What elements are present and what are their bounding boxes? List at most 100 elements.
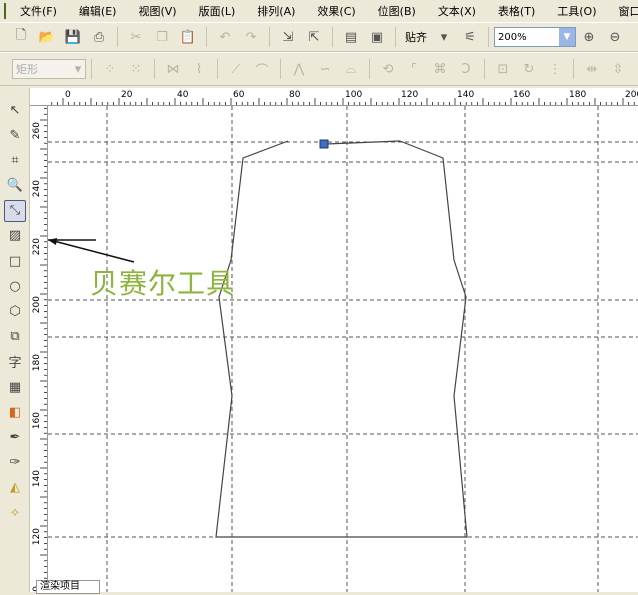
copy-icon[interactable]: ❐ (152, 27, 172, 47)
menu-bitmaps[interactable]: 位图(B) (378, 3, 416, 19)
ruler-label: 20 (121, 90, 133, 100)
cusp-node-icon[interactable]: ⋀ (289, 59, 309, 79)
extract-subpath-icon[interactable]: ⌘ (430, 59, 450, 79)
menu-edit[interactable]: 编辑(E) (79, 3, 117, 19)
undo-icon[interactable]: ↶ (215, 27, 235, 47)
basic-shapes-tool-icon[interactable]: ⧉ (4, 326, 26, 348)
eyedropper-tool-icon[interactable]: ✒ (4, 426, 26, 448)
text-tool-icon[interactable]: 字 (4, 351, 26, 373)
horizontal-ruler[interactable]: 020406080100120140160180200 (30, 88, 638, 106)
ruler-label: 200 (625, 90, 638, 100)
chevron-down-icon[interactable]: ▾ (71, 59, 85, 79)
ruler-label: 140 (457, 90, 474, 100)
menu-table[interactable]: 表格(T) (498, 3, 535, 19)
stretch-nodes-icon[interactable]: ⊡ (493, 59, 513, 79)
join-nodes-icon[interactable]: ⋈ (163, 59, 183, 79)
separator (488, 27, 489, 47)
bezier-tool-icon[interactable]: ⤡ (4, 200, 26, 222)
menu-effects[interactable]: 效果(C) (317, 3, 355, 19)
options-icon[interactable]: ⚟ (460, 27, 480, 47)
ruler-label: 220 (32, 238, 42, 255)
menu-tools[interactable]: 工具(O) (557, 3, 596, 19)
outline-tool-icon[interactable]: ✑ (4, 452, 26, 474)
ruler-label: 140 (32, 470, 42, 487)
standard-toolbar: 🗋 📂 💾 ⎙ ✂ ❐ 📋 ↶ ↷ ⇲ ⇱ ▤ ▣ 贴齐 ▾ ⚟ 200% ▼ … (0, 22, 638, 52)
zoom-out-icon[interactable]: ⊖ (605, 27, 625, 47)
paste-icon[interactable]: 📋 (178, 27, 198, 47)
shape-tool-icon[interactable]: ✎ (4, 124, 26, 146)
chevron-down-icon[interactable]: ▼ (559, 28, 575, 46)
import-icon[interactable]: ⇲ (278, 27, 298, 47)
new-icon[interactable]: 🗋 (11, 27, 31, 47)
to-line-icon[interactable]: ⟋ (226, 59, 246, 79)
mirror-vertical-icon[interactable]: ⇳ (608, 59, 628, 79)
rotate-nodes-icon[interactable]: ↻ (519, 59, 539, 79)
application-launcher-icon[interactable]: ▤ (341, 27, 361, 47)
delete-node-icon[interactable]: ⁙ (126, 59, 146, 79)
print-icon[interactable]: ⎙ (89, 27, 109, 47)
fill-tool-icon[interactable]: ◭ (4, 477, 26, 499)
to-curve-icon[interactable]: ⌒ (252, 59, 272, 79)
save-icon[interactable]: 💾 (63, 27, 83, 47)
separator (484, 59, 485, 79)
bezier-tool-annotation: 贝赛尔工具 (90, 262, 235, 302)
ruler-label: 100 (345, 90, 362, 100)
pick-tool-icon[interactable]: ↖ (4, 99, 26, 121)
redo-icon[interactable]: ↷ (241, 27, 261, 47)
interactive-fill-tool-icon[interactable]: ✧ (4, 502, 26, 524)
ruler-label: 120 (401, 90, 418, 100)
separator (395, 27, 396, 47)
separator (117, 27, 118, 47)
separator (280, 59, 281, 79)
separator (269, 27, 270, 47)
separator (217, 59, 218, 79)
symmetric-node-icon[interactable]: ⌓ (341, 59, 361, 79)
add-node-icon[interactable]: ⁘ (100, 59, 120, 79)
start-node-handle[interactable] (320, 140, 328, 148)
separator (332, 27, 333, 47)
guidelines (48, 106, 638, 592)
menu-layout[interactable]: 版面(L) (199, 3, 236, 19)
ruler-label: 260 (32, 122, 42, 139)
cut-icon[interactable]: ✂ (126, 27, 146, 47)
smart-fill-tool-icon[interactable]: ▨ (4, 225, 26, 247)
bezier-outline-shape[interactable] (216, 141, 467, 537)
table-tool-icon[interactable]: ▦ (4, 376, 26, 398)
zoom-in-icon[interactable]: ⊕ (579, 27, 599, 47)
menu-arrange[interactable]: 排列(A) (257, 3, 295, 19)
menu-file[interactable]: 文件(F) (20, 3, 57, 19)
menu-window[interactable]: 窗口(W) (619, 3, 638, 19)
interactive-tool-icon[interactable]: ◧ (4, 401, 26, 423)
separator (154, 59, 155, 79)
shape-type-value: 矩形 (16, 61, 38, 77)
align-nodes-icon[interactable]: ⋮ (545, 59, 565, 79)
ellipse-tool-icon[interactable]: ○ (4, 275, 26, 297)
menu-text[interactable]: 文本(X) (438, 3, 476, 19)
ruler-label: 160 (32, 412, 42, 429)
extend-curve-icon[interactable]: ⌜ (404, 59, 424, 79)
export-icon[interactable]: ⇱ (304, 27, 324, 47)
app-icon[interactable] (4, 3, 6, 19)
polygon-tool-icon[interactable]: ⬡ (4, 301, 26, 323)
reverse-direction-icon[interactable]: ⟲ (378, 59, 398, 79)
zoom-tool-icon[interactable]: 🔍 (4, 175, 26, 197)
rectangle-tool-icon[interactable]: □ (4, 250, 26, 272)
snap-to-button[interactable]: 贴齐 (405, 29, 427, 45)
menu-view[interactable]: 视图(V) (138, 3, 176, 19)
open-icon[interactable]: 📂 (37, 27, 57, 47)
vertical-ruler[interactable]: 260240220200180160140120100 (30, 106, 48, 592)
crop-tool-icon[interactable]: ⌗ (4, 149, 26, 171)
auto-close-icon[interactable]: Ɔ (456, 59, 476, 79)
separator (369, 59, 370, 79)
ruler-label: 40 (177, 90, 189, 100)
shape-type-select[interactable]: 矩形 ▾ (12, 59, 86, 79)
drawing-canvas[interactable]: 贝赛尔工具 (48, 106, 638, 592)
smooth-node-icon[interactable]: ∽ (315, 59, 335, 79)
chevron-down-icon[interactable]: ▾ (434, 27, 454, 47)
zoom-level-select[interactable]: 200% ▼ (494, 27, 576, 47)
arrowhead-icon (48, 238, 57, 245)
welcome-screen-icon[interactable]: ▣ (367, 27, 387, 47)
mirror-horizontal-icon[interactable]: ⇹ (582, 59, 602, 79)
break-curve-icon[interactable]: ⌇ (189, 59, 209, 79)
menu-bar: 文件(F) 编辑(E) 视图(V) 版面(L) 排列(A) 效果(C) 位图(B… (0, 0, 638, 22)
